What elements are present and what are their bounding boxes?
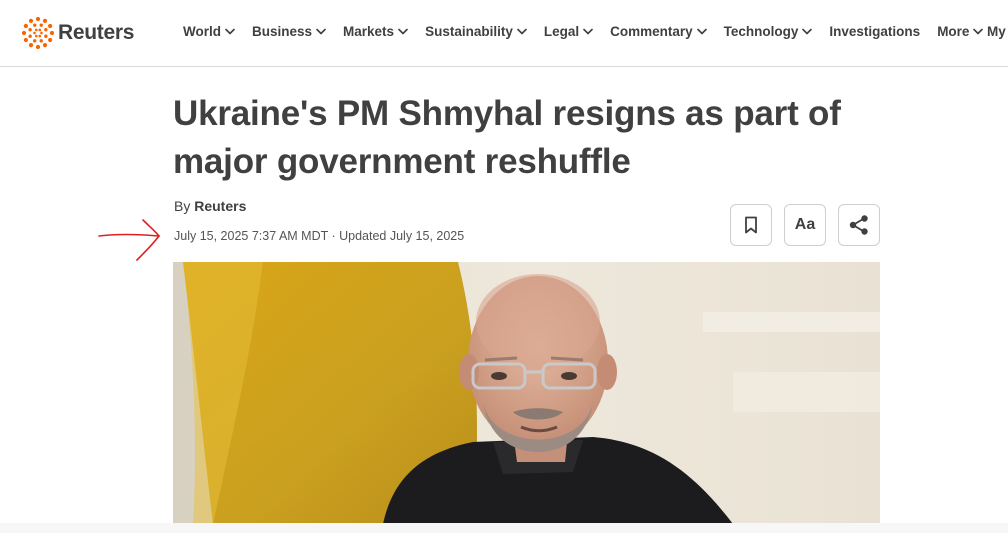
nav-item-label: Technology: [723, 24, 799, 39]
logo-dot: [39, 39, 43, 43]
logo-dot: [33, 31, 36, 35]
top-navigation-bar: Reuters World Business Markets Sustainabili…: [0, 0, 1008, 67]
logo-dot: [38, 34, 42, 38]
hero-photo-illustration: [173, 262, 880, 524]
logo-dot: [23, 37, 28, 43]
logo-dot: [48, 37, 53, 43]
nav-item-label: Investigations: [829, 24, 921, 39]
chevron-down-icon: [398, 28, 408, 35]
hero-photo: [173, 262, 880, 524]
nav-item-investigations[interactable]: Investigations: [829, 24, 920, 39]
logo-dot: [42, 43, 48, 48]
text-size-label: Aa: [794, 216, 816, 233]
logo-dot: [49, 30, 54, 36]
logo-dot: [42, 18, 48, 23]
logo-dot: [44, 28, 48, 32]
share-button[interactable]: [838, 204, 880, 246]
nav-item-label: Sustainability: [425, 24, 513, 39]
page-bottom-edge: [0, 523, 1008, 533]
logo-dot: [28, 34, 32, 38]
nav-item-label: World: [183, 24, 221, 39]
main-nav: World Business Markets Sustainability Legal C…: [183, 24, 1000, 39]
logo-dot: [33, 23, 37, 27]
logo-dot: [28, 28, 32, 32]
logo-dot: [34, 34, 38, 38]
share-icon: [849, 215, 868, 235]
nav-item-technology[interactable]: Technology: [724, 24, 813, 39]
nav-item-world[interactable]: World: [183, 24, 235, 39]
logo-dot: [34, 28, 38, 32]
bookmark-button[interactable]: [730, 204, 772, 246]
reuters-logo-icon: [22, 17, 54, 49]
article-headline: Ukraine's PM Shmyhal resigns as part of …: [173, 94, 841, 181]
nav-item-markets[interactable]: Markets: [343, 24, 408, 39]
chevron-down-icon: [517, 28, 527, 35]
chevron-down-icon: [973, 28, 984, 35]
logo-dot: [40, 31, 43, 35]
nav-item-more[interactable]: More: [937, 24, 984, 39]
nav-item-business[interactable]: Business: [252, 24, 326, 39]
logo-dot: [22, 30, 27, 36]
logo-dot: [35, 17, 41, 22]
text-size-button[interactable]: Aa: [784, 204, 826, 246]
logo-dot: [28, 43, 34, 48]
brand-name: Reuters: [58, 21, 135, 44]
red-arrow-annotation: [98, 219, 160, 261]
logo-dot: [39, 23, 43, 27]
nav-item-label: Commentary: [610, 24, 693, 39]
chevron-down-icon: [696, 28, 707, 35]
logo-dot: [35, 44, 41, 49]
chevron-down-icon: [316, 28, 326, 35]
bookmark-icon: [745, 216, 757, 234]
byline-prefix: By: [174, 198, 191, 214]
chevron-down-icon: [225, 28, 235, 35]
article-byline: By Reuters: [174, 198, 246, 214]
nav-my-account[interactable]: My: [987, 24, 1006, 39]
nav-item-commentary[interactable]: Commentary: [610, 24, 707, 39]
nav-item-label: Markets: [343, 24, 395, 39]
nav-item-label: Legal: [543, 24, 580, 39]
chevron-down-icon: [802, 28, 813, 35]
logo-dot: [44, 34, 48, 38]
logo-dot: [28, 18, 34, 23]
article-dateline: July 15, 2025 7:37 AM MDT · Updated July…: [174, 229, 465, 243]
byline-author[interactable]: Reuters: [194, 198, 246, 214]
nav-item-label: More: [937, 24, 970, 39]
nav-item-legal[interactable]: Legal: [544, 24, 593, 39]
logo-dot: [48, 23, 53, 29]
logo-dot: [23, 23, 28, 29]
chevron-down-icon: [583, 28, 593, 35]
reuters-logo[interactable]: Reuters: [22, 17, 134, 49]
nav-item-sustainability[interactable]: Sustainability: [425, 24, 527, 39]
logo-dot: [38, 28, 42, 32]
logo-dot: [33, 39, 37, 43]
nav-item-label: Business: [252, 24, 313, 39]
